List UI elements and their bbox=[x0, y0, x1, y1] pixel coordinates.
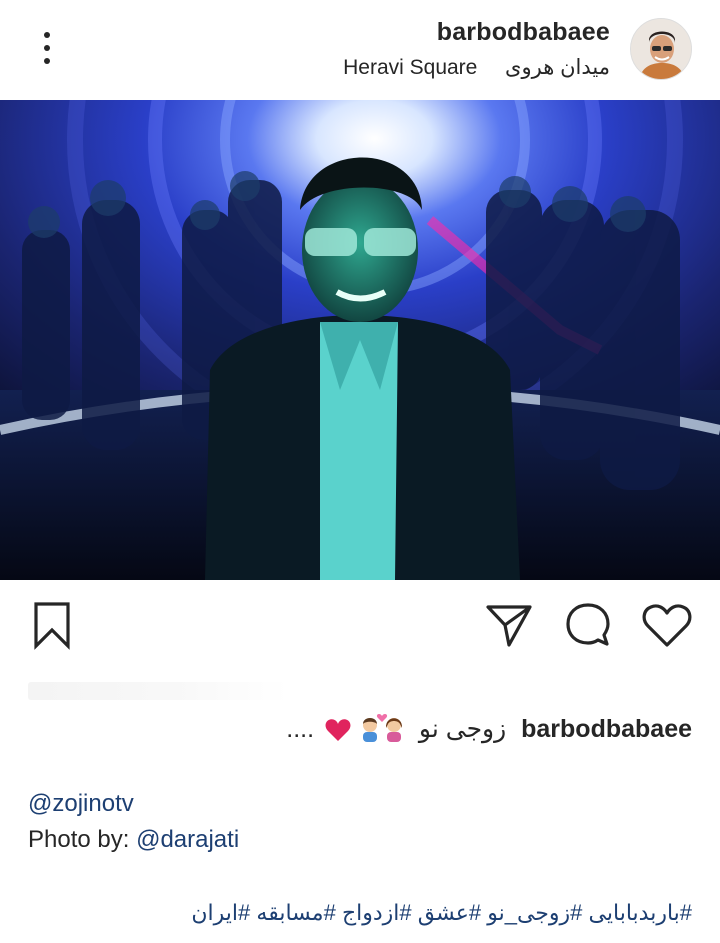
photo-credit-handle[interactable]: @darajati bbox=[136, 826, 239, 853]
bookmark-icon bbox=[34, 602, 70, 650]
photo-credit: Photo by: @darajati bbox=[28, 826, 239, 854]
send-icon bbox=[486, 605, 532, 647]
mention-link[interactable]: @zojinotv bbox=[28, 790, 134, 818]
hashtag[interactable]: #مسابقه bbox=[256, 900, 335, 925]
hashtag[interactable]: #عشق bbox=[418, 900, 481, 925]
comment-button[interactable] bbox=[563, 600, 613, 650]
photo-credit-label: Photo by: bbox=[28, 826, 130, 853]
avatar[interactable] bbox=[630, 18, 692, 80]
caption-text: زوجی نو bbox=[418, 715, 507, 744]
like-button[interactable] bbox=[642, 600, 692, 650]
location-fa[interactable]: میدان هروی bbox=[505, 56, 610, 79]
user-info: barbodbabaee Heravi Square میدان هروی bbox=[343, 18, 610, 80]
hashtags: #باربدبابایی #زوجی_نو #عشق #ازدواج #مساب… bbox=[191, 900, 692, 926]
post-photo[interactable] bbox=[0, 100, 720, 580]
hashtag[interactable]: #باربدبابایی bbox=[589, 900, 692, 925]
more-options-button[interactable] bbox=[32, 28, 62, 68]
caption-username[interactable]: barbodbabaee bbox=[521, 715, 692, 743]
more-dot bbox=[44, 45, 50, 51]
location-en[interactable]: Heravi Square bbox=[343, 56, 477, 79]
heart-emoji-icon bbox=[325, 719, 351, 741]
post-header: barbodbabaee Heravi Square میدان هروی bbox=[0, 0, 720, 100]
more-dot bbox=[44, 58, 50, 64]
heart-icon bbox=[642, 604, 692, 647]
hashtag[interactable]: #ایران bbox=[191, 900, 250, 925]
username[interactable]: barbodbabaee bbox=[343, 18, 610, 47]
hashtag[interactable]: #زوجی_نو bbox=[487, 900, 582, 925]
comment-icon bbox=[566, 603, 610, 646]
emoji-group bbox=[325, 712, 408, 749]
share-button[interactable] bbox=[484, 600, 534, 650]
hashtag[interactable]: #ازدواج bbox=[342, 900, 412, 925]
location[interactable]: Heravi Square میدان هروی bbox=[343, 55, 610, 80]
couple-in-love-emoji-icon bbox=[362, 714, 402, 742]
action-bar bbox=[0, 580, 720, 670]
caption-ellipsis: .... bbox=[286, 715, 315, 744]
caption: .... زوجی نو barbodbabaee bbox=[286, 712, 692, 749]
more-vertical-icon bbox=[44, 32, 50, 38]
save-button[interactable] bbox=[27, 600, 77, 650]
likes-placeholder bbox=[28, 682, 288, 700]
